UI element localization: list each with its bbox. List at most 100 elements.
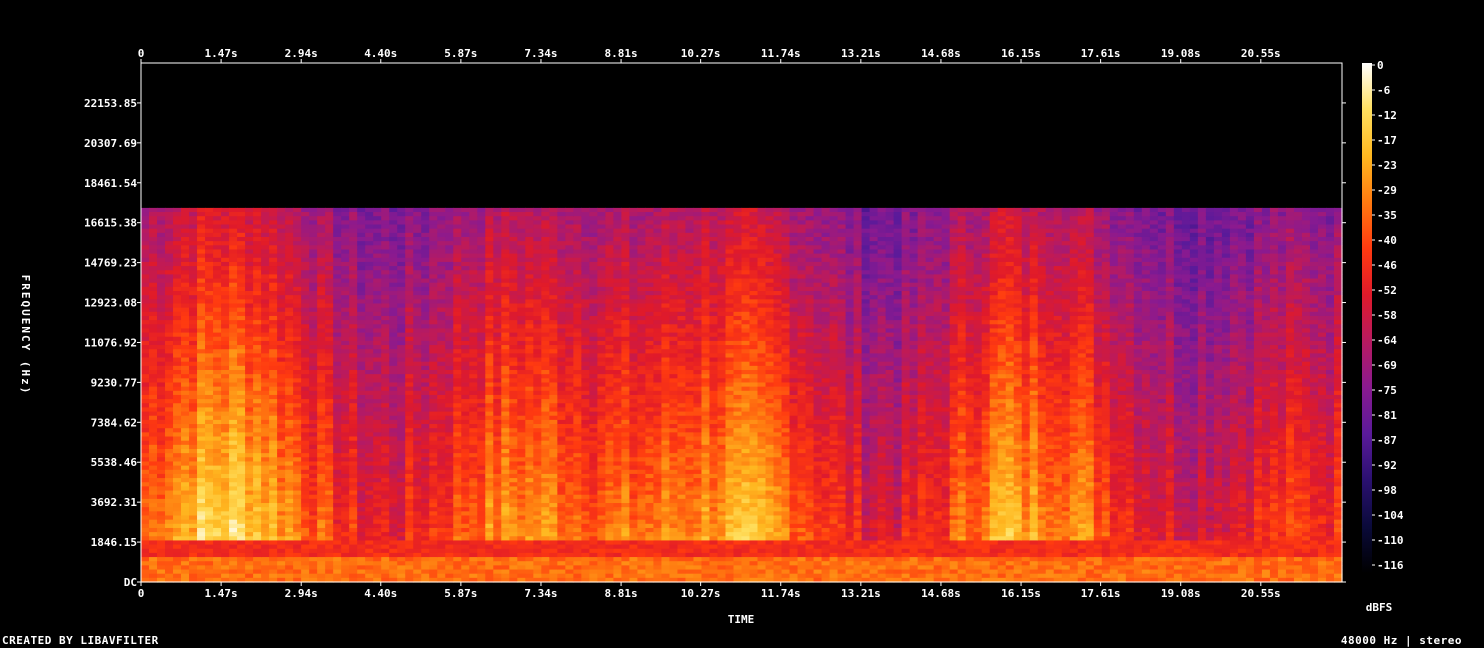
spectrogram-cell [437, 453, 446, 458]
spectrogram-cell [229, 494, 238, 500]
spectrogram-cell [213, 440, 222, 446]
spectrogram-cell [525, 507, 534, 512]
spectrogram-cell [341, 399, 350, 404]
spectrogram-cell [565, 253, 574, 259]
spectrogram-cell [333, 340, 342, 346]
spectrogram-cell [269, 282, 278, 288]
spectrogram-cell [557, 461, 566, 467]
spectrogram-cell [189, 245, 198, 251]
spectrogram-cell [397, 507, 406, 512]
spectrogram-cell [333, 349, 342, 354]
spectrogram-cell [469, 282, 478, 288]
spectrogram-cell [141, 245, 150, 251]
spectrogram-cell [397, 498, 406, 504]
spectrogram-cell [373, 444, 382, 450]
spectrogram-cell [333, 465, 342, 471]
spectrogram-cell [221, 490, 230, 496]
spectrogram-cell [269, 552, 278, 558]
spectrogram-cell [373, 216, 382, 221]
spectrogram-cell [381, 394, 390, 400]
spectrogram-cell [357, 224, 366, 230]
spectrogram-cell [293, 419, 302, 425]
spectrogram-cell [237, 320, 246, 325]
spectrogram-cell [413, 282, 422, 288]
spectrogram-cell [181, 303, 190, 309]
spectrogram-cell [261, 232, 270, 238]
spectrogram-cell [173, 249, 182, 255]
spectrogram-cell [493, 565, 502, 571]
spectrogram-cell [453, 236, 462, 242]
spectrogram-cell [493, 527, 502, 533]
spectrogram-cell [389, 212, 398, 217]
spectrogram-cell [493, 523, 502, 529]
spectrogram-cell [533, 498, 542, 504]
spectrogram-cell [573, 424, 582, 429]
spectrogram-cell [149, 411, 158, 417]
spectrogram-cell [453, 295, 462, 300]
spectrogram-cell [309, 565, 318, 571]
spectrogram-cell [397, 411, 406, 417]
spectrogram-cell [477, 274, 486, 280]
spectrogram-cell [277, 532, 286, 537]
spectrogram-cell [573, 390, 582, 396]
spectrogram-cell [237, 407, 246, 413]
spectrogram-cell [565, 286, 574, 292]
spectrogram-cell [205, 432, 214, 438]
spectrogram-cell [173, 469, 182, 475]
spectrogram-cell [421, 320, 430, 325]
spectrogram-cell [181, 407, 190, 413]
spectrogram-cell [461, 378, 470, 384]
spectrogram-cell [309, 340, 318, 346]
spectrogram-cell [517, 557, 526, 562]
spectrogram-cell [285, 527, 294, 533]
spectrogram-cell [141, 328, 150, 334]
spectrogram-cell [349, 245, 358, 251]
spectrogram-cell [165, 478, 174, 483]
spectrogram-cell [341, 515, 350, 521]
spectrogram-cell [149, 353, 158, 359]
spectrogram-cell [253, 448, 262, 454]
spectrogram-cell [165, 436, 174, 442]
spectrogram-cell [253, 407, 262, 413]
spectrogram-cell [533, 357, 542, 363]
spectrogram-cell [165, 303, 174, 309]
spectrogram-cell [309, 216, 318, 221]
spectrogram-cell [341, 232, 350, 238]
spectrogram-cell [557, 236, 566, 242]
spectrogram-cell [333, 324, 342, 330]
spectrogram-cell [293, 311, 302, 317]
spectrogram-cell [197, 249, 206, 255]
spectrogram-cell [461, 257, 470, 263]
spectrogram-cell [197, 519, 206, 525]
spectrogram-cell [237, 436, 246, 442]
spectrogram-cell [493, 478, 502, 483]
spectrogram-cell [165, 291, 174, 296]
spectrogram-cell [445, 432, 454, 438]
spectrogram-cell [477, 498, 486, 504]
spectrogram-cell [461, 361, 470, 367]
spectrogram-cell [557, 315, 566, 321]
spectrogram-cell [477, 415, 486, 421]
spectrogram-cell [493, 232, 502, 238]
spectrogram-cell [429, 540, 438, 546]
spectrogram-cell [317, 357, 326, 363]
spectrogram-cell [501, 270, 510, 275]
spectrogram-cell [181, 328, 190, 334]
spectrogram-cell [389, 378, 398, 384]
spectrogram-cell [317, 328, 326, 334]
spectrogram-cell [461, 278, 470, 284]
spectrogram-cell [461, 523, 470, 529]
spectrogram-cell [565, 382, 574, 388]
spectrogram-cell [349, 503, 358, 508]
spectrogram-cell [261, 523, 270, 529]
spectrogram-cell [517, 411, 526, 417]
spectrogram-cell [237, 569, 246, 575]
spectrogram-cell [357, 548, 366, 554]
spectrogram-cell [565, 216, 574, 221]
spectrogram-cell [557, 415, 566, 421]
spectrogram-cell [453, 320, 462, 325]
spectrogram-cell [181, 424, 190, 429]
spectrogram-cell [197, 291, 206, 296]
spectrogram-cell [285, 453, 294, 458]
spectrogram-cell [477, 220, 486, 226]
